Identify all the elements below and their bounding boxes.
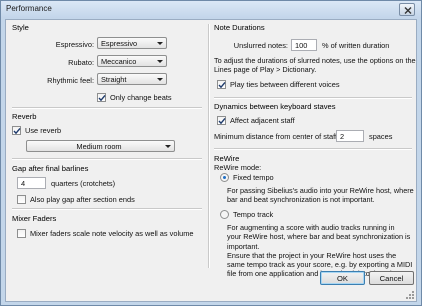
window-title: Performance — [6, 4, 52, 13]
slurred-notes-info: To adjust the durations of slurred notes… — [214, 56, 416, 75]
reverb-section-title: Reverb — [12, 112, 37, 121]
dialog-body: Style Espressivo: Espressivo Rubato: Mec… — [5, 19, 417, 302]
separator — [214, 97, 412, 98]
mixer-scale-velocity-label: Mixer faders scale note velocity as well… — [30, 229, 194, 238]
chevron-down-icon — [157, 60, 163, 63]
use-reverb-label: Use reverb — [25, 126, 62, 135]
chevron-down-icon — [157, 42, 163, 45]
title-bar[interactable]: Performance — [1, 1, 421, 18]
rubato-select[interactable]: Meccanico — [97, 55, 167, 67]
note-durations-section-title: Note Durations — [214, 23, 265, 32]
rhythmic-feel-value: Straight — [101, 75, 127, 84]
mixer-scale-velocity-checkbox[interactable] — [17, 229, 26, 238]
rubato-label: Rubato: — [68, 58, 94, 67]
style-section-title: Style — [12, 23, 29, 32]
column-divider — [208, 24, 209, 268]
tempo-track-label: Tempo track — [233, 210, 274, 219]
checkmark-icon — [98, 94, 106, 102]
gap-units-label: quarters (crotchets) — [51, 179, 116, 188]
description-line: Ensure that the project in your ReWire h… — [227, 250, 397, 260]
rewire-section-title: ReWire — [214, 154, 240, 163]
checkmark-icon — [218, 117, 226, 125]
gap-value-input[interactable]: 4 — [17, 177, 46, 189]
espressivo-value: Espressivo — [101, 39, 138, 48]
affect-adjacent-staff-label: Affect adjacent staff — [230, 116, 295, 125]
play-ties-checkbox[interactable] — [217, 80, 226, 89]
separator — [214, 148, 412, 149]
description-line: same tempo track as your score, e.g. by … — [227, 260, 413, 270]
description-line: bar and beat synchronization is not impo… — [227, 195, 375, 205]
tempo-track-radio[interactable] — [220, 210, 229, 219]
also-play-gap-label: Also play gap after section ends — [30, 195, 135, 204]
play-ties-label: Play ties between different voices — [230, 80, 340, 89]
reverb-room-select[interactable]: Medium room — [26, 140, 175, 152]
performance-dialog: Performance Style Espressivo: Espressivo… — [0, 0, 422, 306]
info-line: To adjust the durations of slurred notes… — [214, 56, 416, 65]
chevron-down-icon — [165, 145, 171, 148]
affect-adjacent-staff-checkbox[interactable] — [217, 116, 226, 125]
description-line: For passing Sibelius's audio into your R… — [227, 186, 414, 195]
unslurred-units-label: % of written duration — [322, 41, 390, 50]
chevron-down-icon — [157, 78, 163, 81]
cancel-button[interactable]: Cancel — [369, 271, 414, 285]
rubato-value: Meccanico — [101, 57, 137, 66]
min-distance-units: spaces — [369, 132, 393, 141]
fixed-tempo-label: Fixed tempo — [233, 173, 274, 182]
also-play-gap-checkbox[interactable] — [17, 195, 26, 204]
use-reverb-checkbox[interactable] — [12, 126, 21, 135]
ok-button[interactable]: OK — [320, 271, 365, 285]
dynamics-section-title: Dynamics between keyboard staves — [214, 102, 336, 111]
separator — [12, 107, 202, 108]
info-line: Lines page of Play > Dictionary. — [214, 65, 317, 75]
resize-grip-icon[interactable] — [406, 291, 415, 300]
gap-section-title: Gap after final barlines — [12, 164, 89, 173]
only-change-beats-checkbox[interactable] — [97, 93, 106, 102]
close-icon — [404, 7, 412, 14]
checkmark-icon — [13, 127, 21, 135]
min-distance-input[interactable]: 2 — [336, 130, 364, 142]
description-line: important. — [227, 241, 260, 251]
separator — [12, 208, 202, 209]
separator — [12, 158, 202, 159]
rhythmic-feel-select[interactable]: Straight — [97, 73, 167, 85]
description-line: your ReWire host, where bar and beat syn… — [227, 232, 411, 242]
fixed-tempo-description: For passing Sibelius's audio into your R… — [227, 186, 414, 205]
radio-selected-dot — [223, 176, 226, 179]
rewire-mode-label: ReWire mode: — [214, 163, 262, 172]
close-button[interactable] — [399, 3, 415, 16]
reverb-room-value: Medium room — [76, 142, 122, 151]
checkmark-icon — [218, 81, 226, 89]
only-change-beats-label: Only change beats — [110, 93, 172, 102]
unslurred-notes-input[interactable]: 100 — [291, 39, 317, 51]
description-line: For augmenting a score with audio tracks… — [227, 223, 395, 232]
rhythmic-feel-label: Rhythmic feel: — [47, 76, 94, 85]
min-distance-label: Minimum distance from center of staff: — [214, 132, 340, 141]
espressivo-select[interactable]: Espressivo — [97, 37, 167, 49]
fixed-tempo-radio[interactable] — [220, 173, 229, 182]
mixer-section-title: Mixer Faders — [12, 214, 57, 223]
espressivo-label: Espressivo: — [55, 40, 94, 49]
unslurred-notes-label: Unslurred notes: — [233, 41, 288, 50]
